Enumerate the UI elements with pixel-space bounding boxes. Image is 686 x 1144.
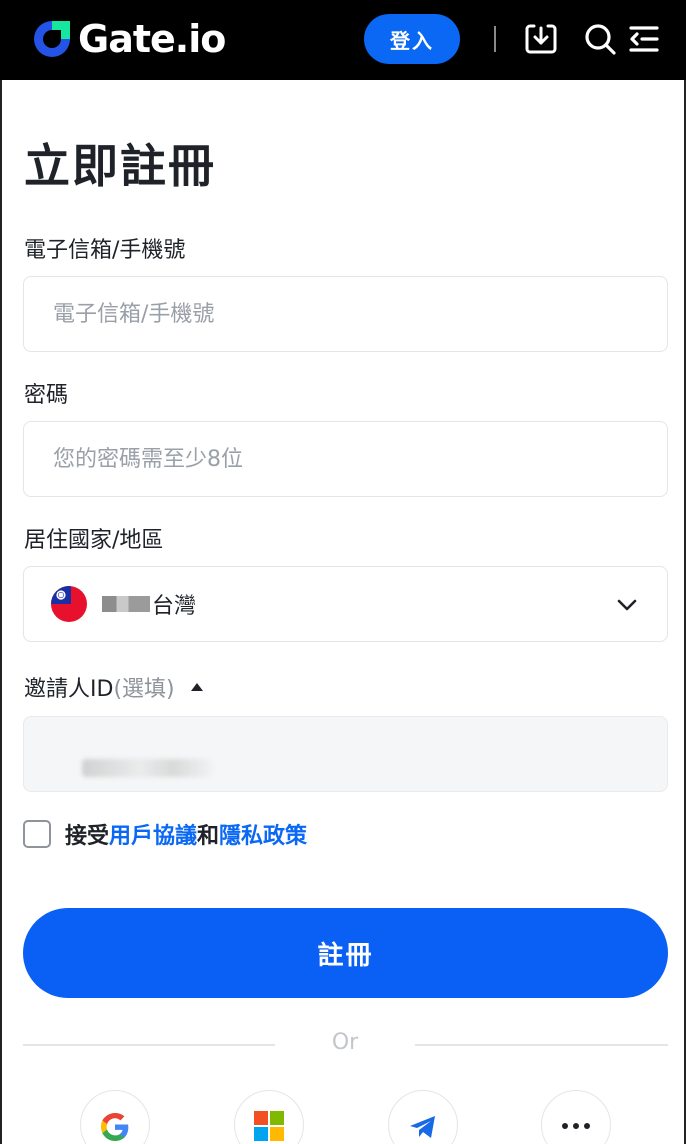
- redacted-area: [102, 596, 150, 612]
- account-label: 電子信箱/手機號: [24, 238, 186, 263]
- country-select[interactable]: 台灣: [23, 566, 668, 642]
- terms-link[interactable]: 用戶協議: [109, 824, 197, 849]
- page-title: 立即註冊: [24, 139, 216, 193]
- agreement-row: 接受用戶協議和隱私政策: [23, 819, 307, 849]
- password-label: 密碼: [24, 383, 69, 408]
- taiwan-flag-icon: [51, 586, 87, 622]
- account-field-box: [23, 276, 668, 352]
- register-button[interactable]: 註冊: [23, 908, 668, 998]
- microsoft-icon: [254, 1111, 284, 1141]
- search-icon[interactable]: [580, 19, 620, 59]
- password-field-box: [23, 421, 668, 497]
- google-icon: [101, 1113, 129, 1141]
- agreement-text: 接受用戶協議和隱私政策: [65, 818, 307, 850]
- blurred-invite-code: [82, 759, 212, 777]
- chevron-down-icon: [617, 599, 637, 611]
- menu-icon[interactable]: [624, 19, 664, 59]
- download-icon[interactable]: [521, 19, 561, 59]
- top-bar: Gate.io 登入: [0, 0, 686, 80]
- telegram-icon: [410, 1116, 435, 1138]
- password-input[interactable]: [24, 422, 667, 496]
- country-label: 居住國家/地區: [24, 528, 164, 553]
- account-input[interactable]: [24, 277, 667, 351]
- invite-field-box[interactable]: [23, 716, 668, 792]
- caret-up-icon: [190, 683, 203, 691]
- or-divider-text: Or: [331, 1030, 359, 1055]
- login-button[interactable]: 登入: [364, 14, 460, 64]
- invite-optional-text: (選填): [113, 677, 175, 702]
- gate-logo-icon: [34, 21, 70, 57]
- divider-left: [23, 1044, 275, 1046]
- country-value: 台灣: [152, 594, 197, 619]
- privacy-link[interactable]: 隱私政策: [219, 824, 307, 849]
- agree-and: 和: [197, 824, 220, 849]
- logo-text: Gate.io: [78, 17, 226, 61]
- more-icon: [562, 1123, 590, 1129]
- divider: [494, 26, 496, 52]
- invite-label[interactable]: 邀請人ID(選填): [24, 675, 203, 705]
- agree-prefix: 接受: [65, 824, 110, 849]
- gate-logo[interactable]: Gate.io: [30, 16, 226, 62]
- invite-label-text: 邀請人ID: [24, 677, 114, 702]
- agree-checkbox[interactable]: [23, 820, 51, 848]
- divider-right: [415, 1044, 668, 1046]
